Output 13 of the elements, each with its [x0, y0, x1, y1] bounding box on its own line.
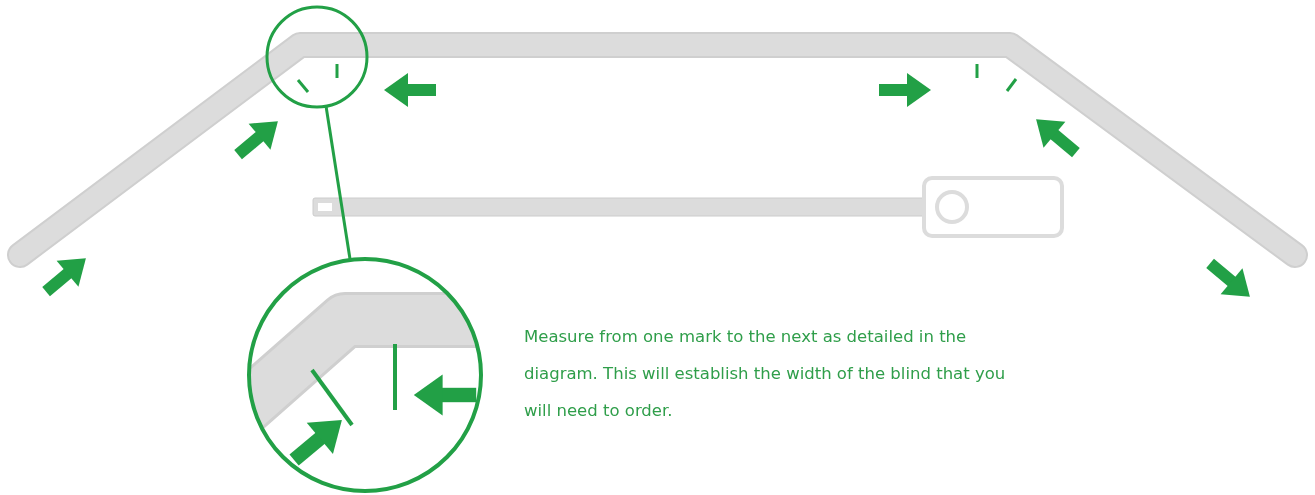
mark-line: [296, 79, 310, 93]
arrow-icon: [413, 374, 477, 416]
arrow-icon: [879, 73, 931, 107]
arrow-icon: [289, 419, 342, 466]
instruction-text: Measure from one mark to the next as detailed in the diagram. This will establish the width of the blind that you will need to order.: [524, 326, 1007, 422]
arrow-icon: [384, 73, 436, 107]
arrow-icon: [42, 258, 86, 297]
mark-line: [975, 64, 979, 78]
arrow-icon: [1036, 119, 1080, 158]
arrow-icon: [1206, 258, 1250, 297]
arrow-icon: [234, 121, 278, 160]
mark-line: [1005, 78, 1018, 92]
mark-line: [335, 64, 339, 78]
